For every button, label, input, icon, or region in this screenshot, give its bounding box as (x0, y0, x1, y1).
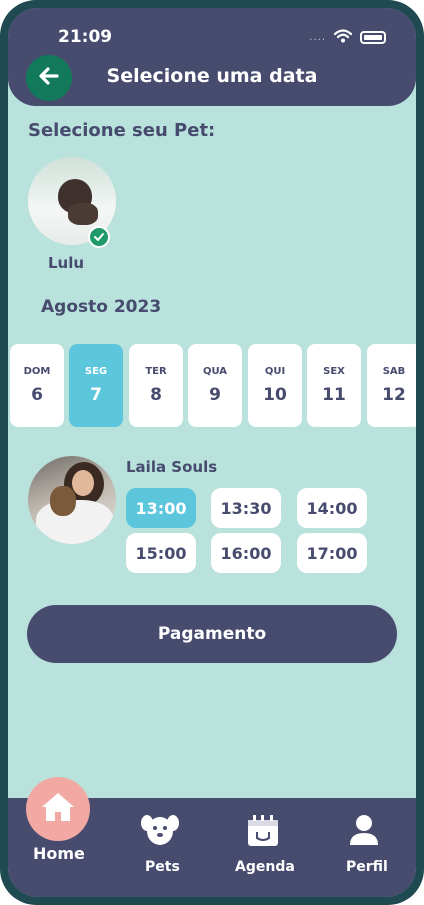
time-slot[interactable]: 13:30 (211, 488, 281, 528)
day-name: SEX (323, 366, 345, 377)
time-slot[interactable]: 16:00 (211, 533, 281, 573)
phone-frame: 21:09 .... Selecione uma data Selecione … (0, 0, 424, 905)
day-name: SEG (84, 366, 108, 377)
check-icon (88, 226, 110, 248)
nav-pets-label[interactable]: Pets (145, 859, 180, 875)
time-slot[interactable]: 15:00 (126, 533, 196, 573)
dog-face-icon[interactable] (140, 812, 180, 848)
day-name: DOM (23, 366, 51, 377)
day-number: 12 (382, 385, 406, 405)
day-item[interactable]: QUI 10 (248, 344, 302, 427)
day-name: TER (145, 366, 167, 377)
day-number: 6 (31, 385, 43, 405)
payment-button[interactable]: Pagamento (27, 605, 397, 663)
calendar-icon[interactable] (244, 812, 282, 850)
wifi-icon (333, 28, 353, 47)
professional-name: Laila Souls (126, 458, 218, 476)
day-number: 11 (322, 385, 346, 405)
user-icon[interactable] (346, 812, 382, 848)
signal-icon: .... (309, 32, 326, 43)
battery-icon (360, 31, 386, 44)
nav-home[interactable] (26, 777, 90, 841)
day-number: 7 (90, 385, 102, 405)
professional-avatar (28, 456, 116, 544)
nav-agenda-label[interactable]: Agenda (235, 859, 295, 875)
pet-section-title: Selecione seu Pet: (28, 120, 216, 141)
nav-perfil-label[interactable]: Perfil (346, 859, 388, 875)
time-slot[interactable]: 13:00 (126, 488, 196, 528)
app-header: 21:09 .... Selecione uma data (8, 8, 416, 106)
nav-home-label[interactable]: Home (33, 844, 85, 863)
day-item[interactable]: QUA 9 (188, 344, 242, 427)
day-item[interactable]: SEX 11 (307, 344, 361, 427)
day-name: QUA (202, 366, 228, 377)
day-number: 8 (150, 385, 162, 405)
app-screen: 21:09 .... Selecione uma data Selecione … (8, 8, 416, 897)
calendar-month: Agosto 2023 (41, 297, 162, 317)
day-item[interactable]: TER 8 (129, 344, 183, 427)
day-item[interactable]: SAB 12 (367, 344, 416, 427)
time-slot[interactable]: 14:00 (297, 488, 367, 528)
day-number: 9 (209, 385, 221, 405)
status-icons: .... (309, 28, 386, 47)
day-item[interactable]: SEG 7 (69, 344, 123, 427)
status-time: 21:09 (58, 27, 113, 47)
day-number: 10 (263, 385, 287, 405)
home-icon (40, 791, 76, 827)
day-item[interactable]: DOM 6 (10, 344, 64, 427)
pet-name: Lulu (48, 254, 85, 272)
day-name: SAB (382, 366, 406, 377)
time-slot[interactable]: 17:00 (297, 533, 367, 573)
day-name: QUI (264, 366, 286, 377)
page-title: Selecione uma data (106, 65, 318, 87)
